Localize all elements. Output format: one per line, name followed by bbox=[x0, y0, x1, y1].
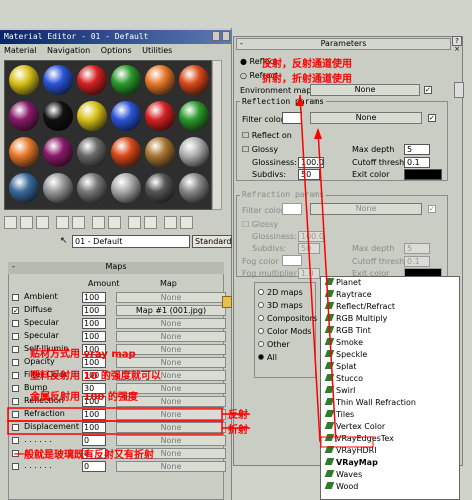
reflection-row-highlight bbox=[7, 407, 223, 422]
refraction-row-highlight bbox=[7, 420, 223, 435]
annotation-glass: 一般就是玻璃既有反射又有折射 bbox=[14, 450, 154, 461]
annotation-label-reflect: 反射 bbox=[228, 410, 248, 421]
arrowhead-reflect-on-icon bbox=[314, 128, 322, 139]
vraymap-to-reflect-arrow bbox=[299, 94, 321, 443]
annotation-reflect: 反射，反射通道使用 bbox=[262, 59, 352, 70]
annotation-label-refract: 折射 bbox=[228, 425, 248, 436]
vraymap-to-reflect-on-arrow bbox=[317, 129, 337, 443]
vraymap-highlight bbox=[320, 436, 374, 448]
annotation-plastic: 塑料反射用 10 的强度就可以 bbox=[30, 371, 161, 382]
annotation-refract: 折射，折射通道使用 bbox=[262, 74, 352, 85]
arrowhead-reflect-icon bbox=[296, 95, 304, 106]
annotation-metal: 金属反射用 100 的强度 bbox=[30, 392, 138, 403]
annotation-map-method: 贴材方式用 vray map bbox=[30, 349, 136, 360]
